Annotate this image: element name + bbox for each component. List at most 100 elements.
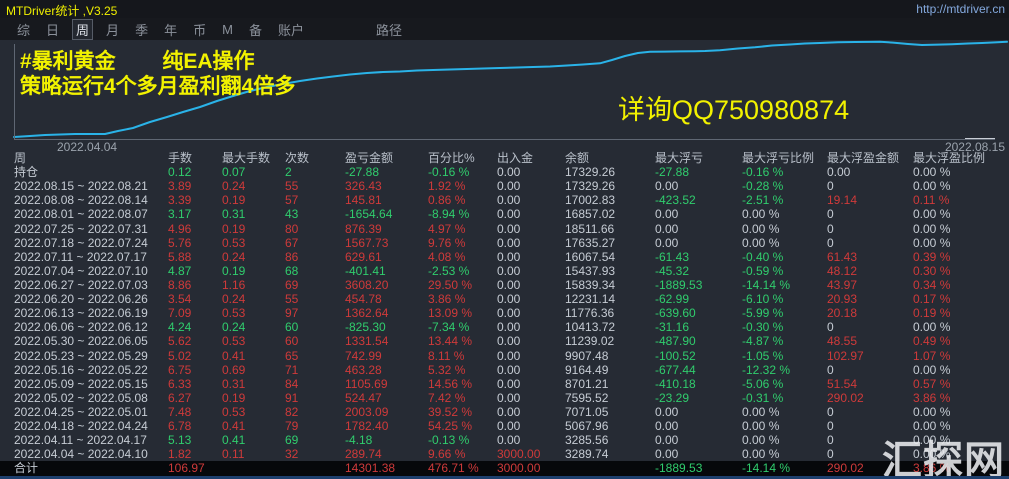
cell: 0.00 % [913,363,1009,377]
cell: -0.31 % [742,391,827,405]
menu-item-path[interactable]: 路径 [373,19,405,40]
cell: 0.00 [655,419,742,433]
cell: 0 [827,222,913,236]
column-header: 次数 [285,151,345,165]
cell: 2022.07.04 ~ 2022.07.10 [14,264,168,278]
cell: 20.18 [827,306,913,320]
cell: 0.00 % [913,405,1009,419]
cell: -487.90 [655,334,742,348]
cell: 1.82 [168,447,222,461]
cell: 67 [285,236,345,250]
cell: 3.86 % [428,292,497,306]
cell [565,461,655,475]
cell: 9164.49 [565,363,655,377]
cell: 0 [827,207,913,221]
cell: -677.44 [655,363,742,377]
column-header: 最大浮盈比例 [913,151,1009,165]
table-row: 2022.04.04 ~ 2022.04.101.820.1132289.749… [14,447,1009,461]
cell: 86 [285,250,345,264]
cell: 0.00 [655,179,742,193]
cell: 2022.06.27 ~ 2022.07.03 [14,278,168,292]
cell: 0.00 [655,433,742,447]
cell: 0.00 [497,405,565,419]
column-header: 最大浮亏比例 [742,151,827,165]
cell: 17329.26 [565,165,655,179]
cell: 7.09 [168,306,222,320]
cell: 91 [285,391,345,405]
cell: 0.31 [222,207,285,221]
menu-item-6[interactable]: 币 [190,19,209,40]
table-row: 2022.07.11 ~ 2022.07.175.880.2486629.614… [14,250,1009,264]
table-row: 2022.07.25 ~ 2022.07.314.960.1980876.394… [14,222,1009,236]
cell: 20.93 [827,292,913,306]
cell: 60 [285,320,345,334]
cell: 0.00 [497,250,565,264]
cell: 0.00 [497,349,565,363]
cell: 4.08 % [428,250,497,264]
cell [222,461,285,475]
cell: 0 [827,363,913,377]
cell: -62.99 [655,292,742,306]
cell: 0.86 % [428,193,497,207]
cell: -825.30 [345,320,428,334]
cell: 2022.07.18 ~ 2022.07.24 [14,236,168,250]
menu-item-8[interactable]: 备 [246,19,265,40]
cell: 463.28 [345,363,428,377]
chart-x-axis [14,139,995,140]
cell: 2022.05.16 ~ 2022.05.22 [14,363,168,377]
cell: 0.49 % [913,334,1009,348]
cell: -12.32 % [742,363,827,377]
cell: 60 [285,334,345,348]
menu-item-7[interactable]: M [219,21,236,38]
cell: -0.16 % [428,165,497,179]
cell: 57 [285,193,345,207]
cell: 145.81 [345,193,428,207]
cell: 16857.02 [565,207,655,221]
cell: 5.13 [168,433,222,447]
cell: 16067.54 [565,250,655,264]
menu-item-0[interactable]: 综 [14,19,33,40]
cell: 1362.64 [345,306,428,320]
cell: 0.00 % [913,165,1009,179]
menu-item-1[interactable]: 日 [43,19,62,40]
table-row: 2022.08.15 ~ 2022.08.213.890.2455326.431… [14,179,1009,193]
cell: 0.53 [222,334,285,348]
table-row: 2022.05.09 ~ 2022.05.156.330.31841105.69… [14,377,1009,391]
cell: 1331.54 [345,334,428,348]
cell: 持仓 [14,165,168,179]
site-link[interactable]: http://mtdriver.cn [916,2,1005,16]
cell: 0.00 [655,222,742,236]
cell: 0.19 % [913,306,1009,320]
menu-item-4[interactable]: 季 [132,19,151,40]
cell: 17635.27 [565,236,655,250]
column-header: 周 [14,151,168,165]
cell: 6.75 [168,363,222,377]
cell: 0.00 % [913,207,1009,221]
cell: 106.97 [168,461,222,475]
cell: 14.56 % [428,377,497,391]
cell: 3608.20 [345,278,428,292]
cell: -14.14 % [742,278,827,292]
cell: 0.00 [497,165,565,179]
cell: 1567.73 [345,236,428,250]
cell: 2022.07.25 ~ 2022.07.31 [14,222,168,236]
cell: 454.78 [345,292,428,306]
table-row: 2022.06.06 ~ 2022.06.124.240.2460-825.30… [14,320,1009,334]
cell: 55 [285,179,345,193]
cell: 43 [285,207,345,221]
menu-item-5[interactable]: 年 [161,19,180,40]
cell: -2.51 % [742,193,827,207]
cell: 6.78 [168,419,222,433]
cell: 合计 [14,461,168,475]
cell: 0.57 % [913,377,1009,391]
cell: 0.00 [655,447,742,461]
menu-item-3[interactable]: 月 [103,19,122,40]
menu-item-9[interactable]: 账户 [275,19,307,40]
cell: 0.31 [222,377,285,391]
cell: 69 [285,433,345,447]
menu-item-2[interactable]: 周 [72,19,93,40]
cell: 0.69 [222,363,285,377]
cell: 0.24 [222,250,285,264]
menu-bar: 综日周月季年币M备账户 路径 [0,18,1009,40]
stats-table: 周手数最大手数次数盈亏金额百分比%出入金余额最大浮亏最大浮亏比例最大浮盈金额最大… [0,151,1009,476]
